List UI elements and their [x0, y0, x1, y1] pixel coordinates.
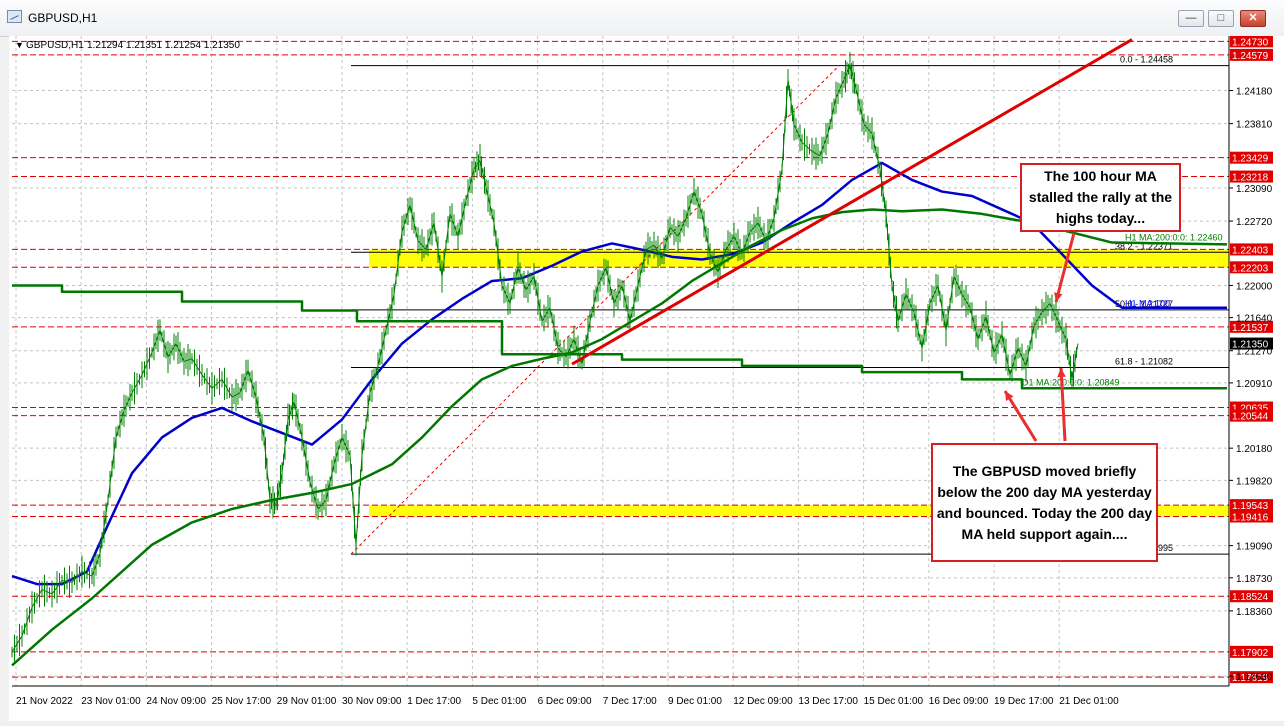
y-tick-label: 1.19820: [1236, 476, 1273, 487]
y-tick-label: 1.22000: [1236, 281, 1273, 292]
ma-label: H1 MA:100: [1125, 298, 1170, 308]
chart-axes: 21 Nov 2022 23 Nov 01:00 24 Nov 09:00 25 No…: [12, 36, 1273, 707]
y-tick-label: 1.20180: [1236, 444, 1273, 455]
y-tick-label: 1.23090: [1236, 184, 1273, 195]
price-level-label: 1.17902: [1232, 648, 1269, 659]
x-tick-label: 16 Dec 09:00: [929, 696, 989, 707]
price-level-label: 1.19416: [1232, 512, 1269, 523]
y-tick-label: 1.18730: [1236, 574, 1273, 585]
price-level-label: 1.24730: [1232, 37, 1269, 48]
y-tick-label: 1.24180: [1236, 87, 1273, 98]
fib-label: 61.8 - 1.21082: [1115, 357, 1173, 367]
y-tick-label: 1.21270: [1236, 347, 1273, 358]
y-tick-label: 1.22720: [1236, 217, 1273, 228]
price-level-label: 1.18524: [1232, 592, 1269, 603]
price-level-label: 1.19543: [1232, 501, 1269, 512]
header-arrow-icon[interactable]: ▼: [15, 40, 24, 50]
x-tick-label: 30 Nov 09:00: [342, 696, 402, 707]
chart-ohlc: 1.21294 1.21351 1.21254 1.21350: [87, 40, 240, 51]
annotation-arrow-head: [1057, 368, 1066, 378]
fib-label: 0.0 - 1.24458: [1120, 55, 1173, 65]
x-tick-label: 23 Nov 01:00: [81, 696, 141, 707]
window-titlebar: GBPUSD,H1 — □ ✕: [0, 0, 1284, 37]
y-tick-label: 1.23810: [1236, 120, 1273, 131]
price-level-label: 1.22203: [1232, 263, 1269, 274]
maximize-button[interactable]: □: [1208, 10, 1234, 27]
moving-averages: H1 MA:200:0:0: 1.22460H1 MA:100D1 MA:200…: [11, 161, 1228, 667]
x-tick-label: 1 Dec 17:00: [407, 696, 461, 707]
price-chart[interactable]: 1.24730 1.24579 1.23429 1.23218 1.22403 1.222…: [9, 35, 1284, 721]
chart-symbol: GBPUSD,H1: [26, 40, 84, 51]
callout-200-day-ma: The GBPUSD moved briefly below the 200 d…: [931, 443, 1158, 562]
y-tick-label: 1.20910: [1236, 379, 1273, 390]
x-tick-label: 13 Dec 17:00: [798, 696, 858, 707]
price-level-label: 1.24579: [1232, 51, 1269, 62]
y-tick-label: 1.18360: [1236, 607, 1273, 618]
x-tick-label: 12 Dec 09:00: [733, 696, 793, 707]
ma-label: H1 MA:200:0:0: 1.22460: [1125, 232, 1223, 242]
price-level-label: 1.23429: [1232, 154, 1269, 165]
y-tick-label: 1.17630: [1236, 672, 1273, 683]
x-tick-label: 24 Nov 09:00: [146, 696, 206, 707]
x-tick-label: 7 Dec 17:00: [603, 696, 657, 707]
minimize-button[interactable]: —: [1178, 10, 1204, 27]
x-tick-label: 21 Dec 01:00: [1059, 696, 1119, 707]
x-tick-label: 29 Nov 01:00: [277, 696, 337, 707]
ma-line: [11, 208, 1228, 667]
y-tick-label: 1.21640: [1236, 314, 1273, 325]
price-level-label: 1.20544: [1232, 412, 1269, 423]
price-level-label: 1.23218: [1232, 173, 1269, 184]
x-tick-label: 19 Dec 17:00: [994, 696, 1054, 707]
y-tick-label: 1.19090: [1236, 542, 1273, 553]
price-series: [11, 52, 1079, 662]
x-tick-label: 5 Dec 01:00: [472, 696, 526, 707]
price-level-label: 1.22403: [1232, 245, 1269, 256]
x-tick-label: 21 Nov 2022: [16, 696, 73, 707]
x-tick-label: 6 Dec 09:00: [538, 696, 592, 707]
x-tick-label: 25 Nov 17:00: [212, 696, 272, 707]
x-tick-label: 9 Dec 01:00: [668, 696, 722, 707]
close-button[interactable]: ✕: [1240, 10, 1266, 27]
x-tick-label: 15 Dec 01:00: [864, 696, 924, 707]
window-title: GBPUSD,H1: [28, 11, 98, 25]
callout-100-hour-ma: The 100 hour MA stalled the rally at the…: [1020, 163, 1181, 232]
chart-window-icon: [7, 10, 22, 23]
chart-area[interactable]: 1.24730 1.24579 1.23429 1.23218 1.22403 1.222…: [9, 35, 1284, 721]
